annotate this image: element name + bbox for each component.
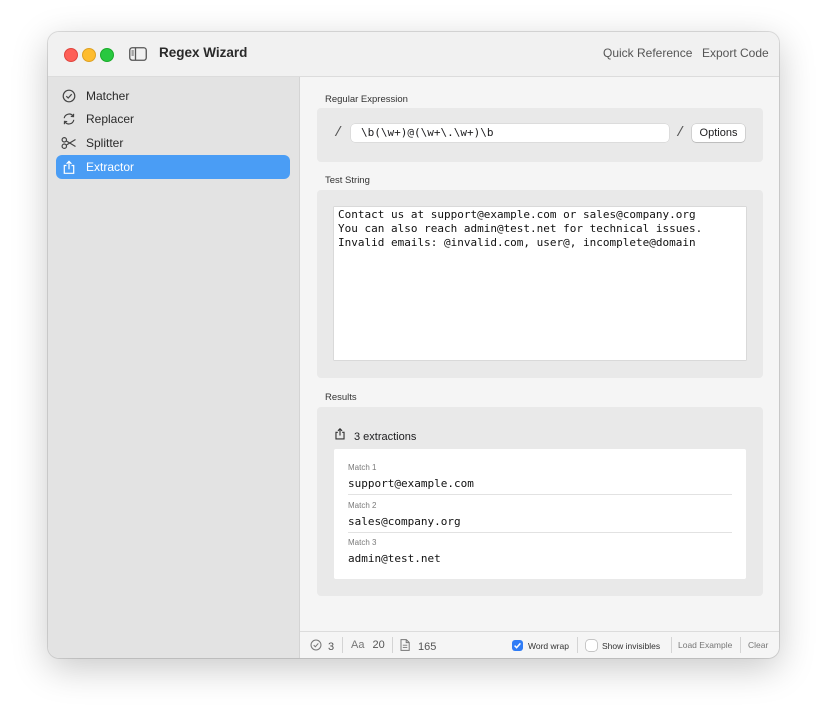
checkmark-icon [514, 642, 521, 649]
show-invisibles-checkbox[interactable] [586, 640, 597, 651]
document-icon [400, 639, 410, 654]
zoom-window-button[interactable] [100, 48, 114, 62]
group-count: 20 [372, 639, 385, 651]
clear-button[interactable]: Clear [748, 640, 768, 650]
results-panel: 3 extractions Match 1 support@example.co… [317, 407, 763, 596]
text-size-icon: Aa [351, 639, 365, 651]
sidebar-item-replacer[interactable]: Replacer [56, 107, 290, 131]
list-item[interactable]: Match 1 support@example.com [348, 463, 732, 490]
show-invisibles-toggle[interactable]: Show invisibles [586, 640, 660, 651]
word-wrap-toggle[interactable]: Word wrap [512, 640, 569, 651]
test-string-input[interactable]: Contact us at support@example.com or sal… [334, 207, 746, 360]
char-count: 165 [418, 640, 437, 653]
match-count-status: 3 [310, 639, 334, 654]
load-example-button[interactable]: Load Example [678, 640, 732, 650]
results-section-label: Results [325, 392, 357, 403]
divider [342, 637, 343, 653]
minimize-window-button[interactable] [82, 48, 96, 62]
regex-section-label: Regular Expression [325, 94, 408, 105]
list-item[interactable]: Match 2 sales@company.org [348, 501, 732, 528]
match-value: sales@company.org [348, 515, 461, 528]
divider [392, 637, 393, 653]
checkmark-circle-icon [61, 88, 77, 104]
sidebar-item-splitter[interactable]: Splitter [56, 131, 290, 155]
titlebar: Regex Wizard Quick Reference Export Code [48, 32, 779, 77]
test-string-line: You can also reach admin@test.net for te… [338, 222, 703, 235]
regex-panel: / \b(\w+)@(\w+\.\w+)\b / Options [317, 108, 763, 162]
match-label: Match 3 [348, 538, 377, 547]
sidebar-item-label: Replacer [86, 112, 135, 126]
match-label: Match 2 [348, 501, 377, 510]
load-example-label: Load Example [678, 640, 733, 650]
results-summary: 3 extractions [334, 427, 416, 446]
match-value: admin@test.net [348, 552, 441, 565]
main-content: Regular Expression / \b(\w+)@(\w+\.\w+)\… [300, 77, 779, 632]
app-window: Regex Wizard Quick Reference Export Code… [48, 32, 779, 658]
scissors-icon [61, 135, 77, 151]
match-value: support@example.com [348, 477, 474, 490]
divider [348, 494, 732, 495]
sidebar-item-label: Extractor [86, 160, 135, 174]
test-string-panel: Contact us at support@example.com or sal… [317, 190, 763, 378]
sidebar: Matcher Replacer Splitter Extractor [48, 77, 300, 658]
sidebar-item-label: Matcher [86, 89, 130, 103]
status-bar: 3 Aa 20 165 Word wrap Show invisibles Lo [300, 631, 779, 658]
quick-reference-button[interactable]: Quick Reference [603, 46, 692, 60]
test-string-line: Invalid emails: @invalid.com, user@, inc… [338, 236, 696, 249]
regex-open-delimiter: / [334, 125, 343, 141]
arrows-circle-icon [61, 111, 77, 127]
divider [740, 637, 741, 653]
test-string-line: Contact us at support@example.com or sal… [338, 208, 696, 221]
sidebar-item-matcher[interactable]: Matcher [56, 84, 290, 108]
match-label: Match 1 [348, 463, 377, 472]
extractions-count: 3 extractions [354, 430, 417, 443]
char-count-status: 165 [400, 639, 436, 654]
word-wrap-checkbox[interactable] [512, 640, 523, 651]
divider [671, 637, 672, 653]
share-box-icon [334, 427, 346, 446]
sidebar-item-extractor[interactable]: Extractor [56, 155, 290, 179]
list-item[interactable]: Match 3 admin@test.net [348, 538, 732, 565]
clear-label: Clear [748, 640, 769, 650]
close-window-button[interactable] [64, 48, 78, 62]
match-count: 3 [328, 640, 335, 653]
share-box-icon [61, 159, 77, 175]
divider [577, 637, 578, 653]
group-count-status: Aa 20 [351, 639, 385, 651]
regex-close-delimiter: / [676, 125, 685, 141]
test-string-section-label: Test String [325, 175, 370, 186]
checkmark-circle-icon [310, 639, 322, 654]
divider [348, 532, 732, 533]
regex-input[interactable]: \b(\w+)@(\w+\.\w+)\b [351, 124, 669, 142]
options-button[interactable]: Options [692, 124, 745, 142]
sidebar-toggle-icon[interactable] [129, 47, 147, 61]
match-list: Match 1 support@example.com Match 2 sale… [334, 449, 746, 579]
app-title: Regex Wizard [159, 45, 248, 60]
show-invisibles-label: Show invisibles [602, 640, 661, 651]
export-code-button[interactable]: Export Code [702, 46, 769, 60]
word-wrap-label: Word wrap [528, 640, 569, 651]
sidebar-item-label: Splitter [86, 136, 124, 150]
